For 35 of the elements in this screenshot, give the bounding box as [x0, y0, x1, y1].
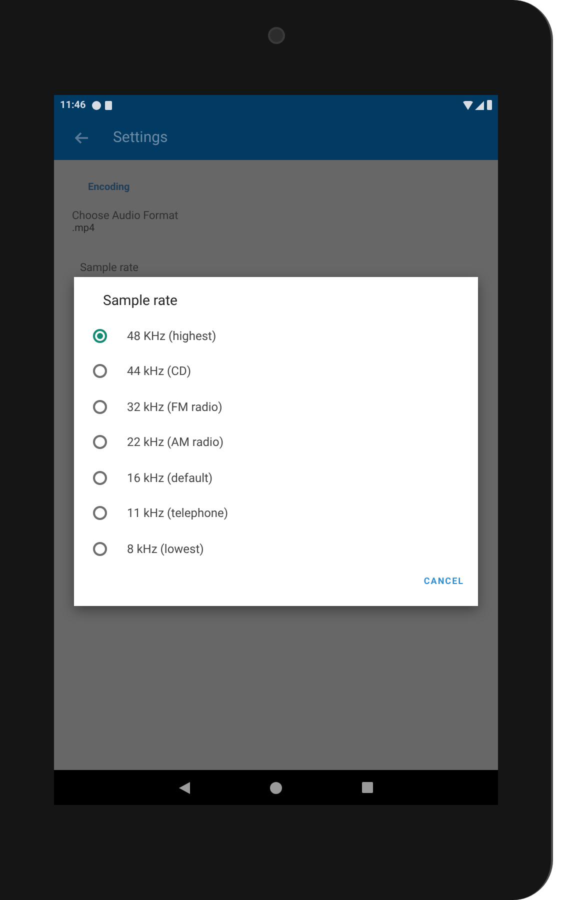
sd-card-icon	[104, 100, 112, 110]
radio-option[interactable]: 8 kHz (lowest)	[74, 531, 478, 566]
option-label: 8 kHz (lowest)	[127, 540, 204, 558]
back-icon[interactable]	[179, 782, 190, 794]
radio-button[interactable]	[93, 328, 107, 343]
option-label: 44 kHz (CD)	[127, 363, 192, 380]
radio-button[interactable]	[93, 400, 107, 414]
radio-option[interactable]: 11 kHz (telephone)	[74, 496, 478, 531]
battery-icon	[487, 100, 492, 110]
option-label: 22 kHz (AM radio)	[127, 434, 224, 452]
radio-button[interactable]	[93, 435, 107, 450]
camera-icon	[268, 27, 285, 44]
radio-option[interactable]: 16 kHz (default)	[74, 460, 478, 496]
radio-button[interactable]	[93, 506, 107, 520]
home-icon[interactable]	[270, 782, 282, 794]
signal-icon	[475, 100, 484, 110]
back-arrow-icon[interactable]	[75, 132, 89, 144]
radio-option[interactable]: 22 kHz (AM radio)	[74, 424, 478, 460]
option-label: 32 kHz (FM radio)	[127, 398, 222, 416]
radio-button[interactable]	[93, 364, 107, 378]
app-bar-title: Settings	[113, 127, 168, 148]
wifi-icon	[463, 100, 473, 110]
dialog-title: Sample rate	[103, 292, 178, 311]
radio-button[interactable]	[93, 470, 107, 485]
option-label: 48 KHz (highest)	[127, 328, 216, 345]
option-label: 11 kHz (telephone)	[127, 505, 228, 522]
radio-option[interactable]: 44 kHz (CD)	[74, 354, 478, 389]
radio-option[interactable]: 48 KHz (highest)	[74, 318, 478, 354]
status-time: 11:46	[60, 98, 86, 112]
notification-icon	[92, 100, 101, 110]
section-header: Encoding	[88, 181, 130, 195]
radio-button[interactable]	[93, 542, 107, 556]
radio-option[interactable]: 32 kHz (FM radio)	[74, 389, 478, 424]
cancel-button[interactable]: CANCEL	[424, 576, 464, 589]
option-label: 16 kHz (default)	[127, 470, 213, 487]
